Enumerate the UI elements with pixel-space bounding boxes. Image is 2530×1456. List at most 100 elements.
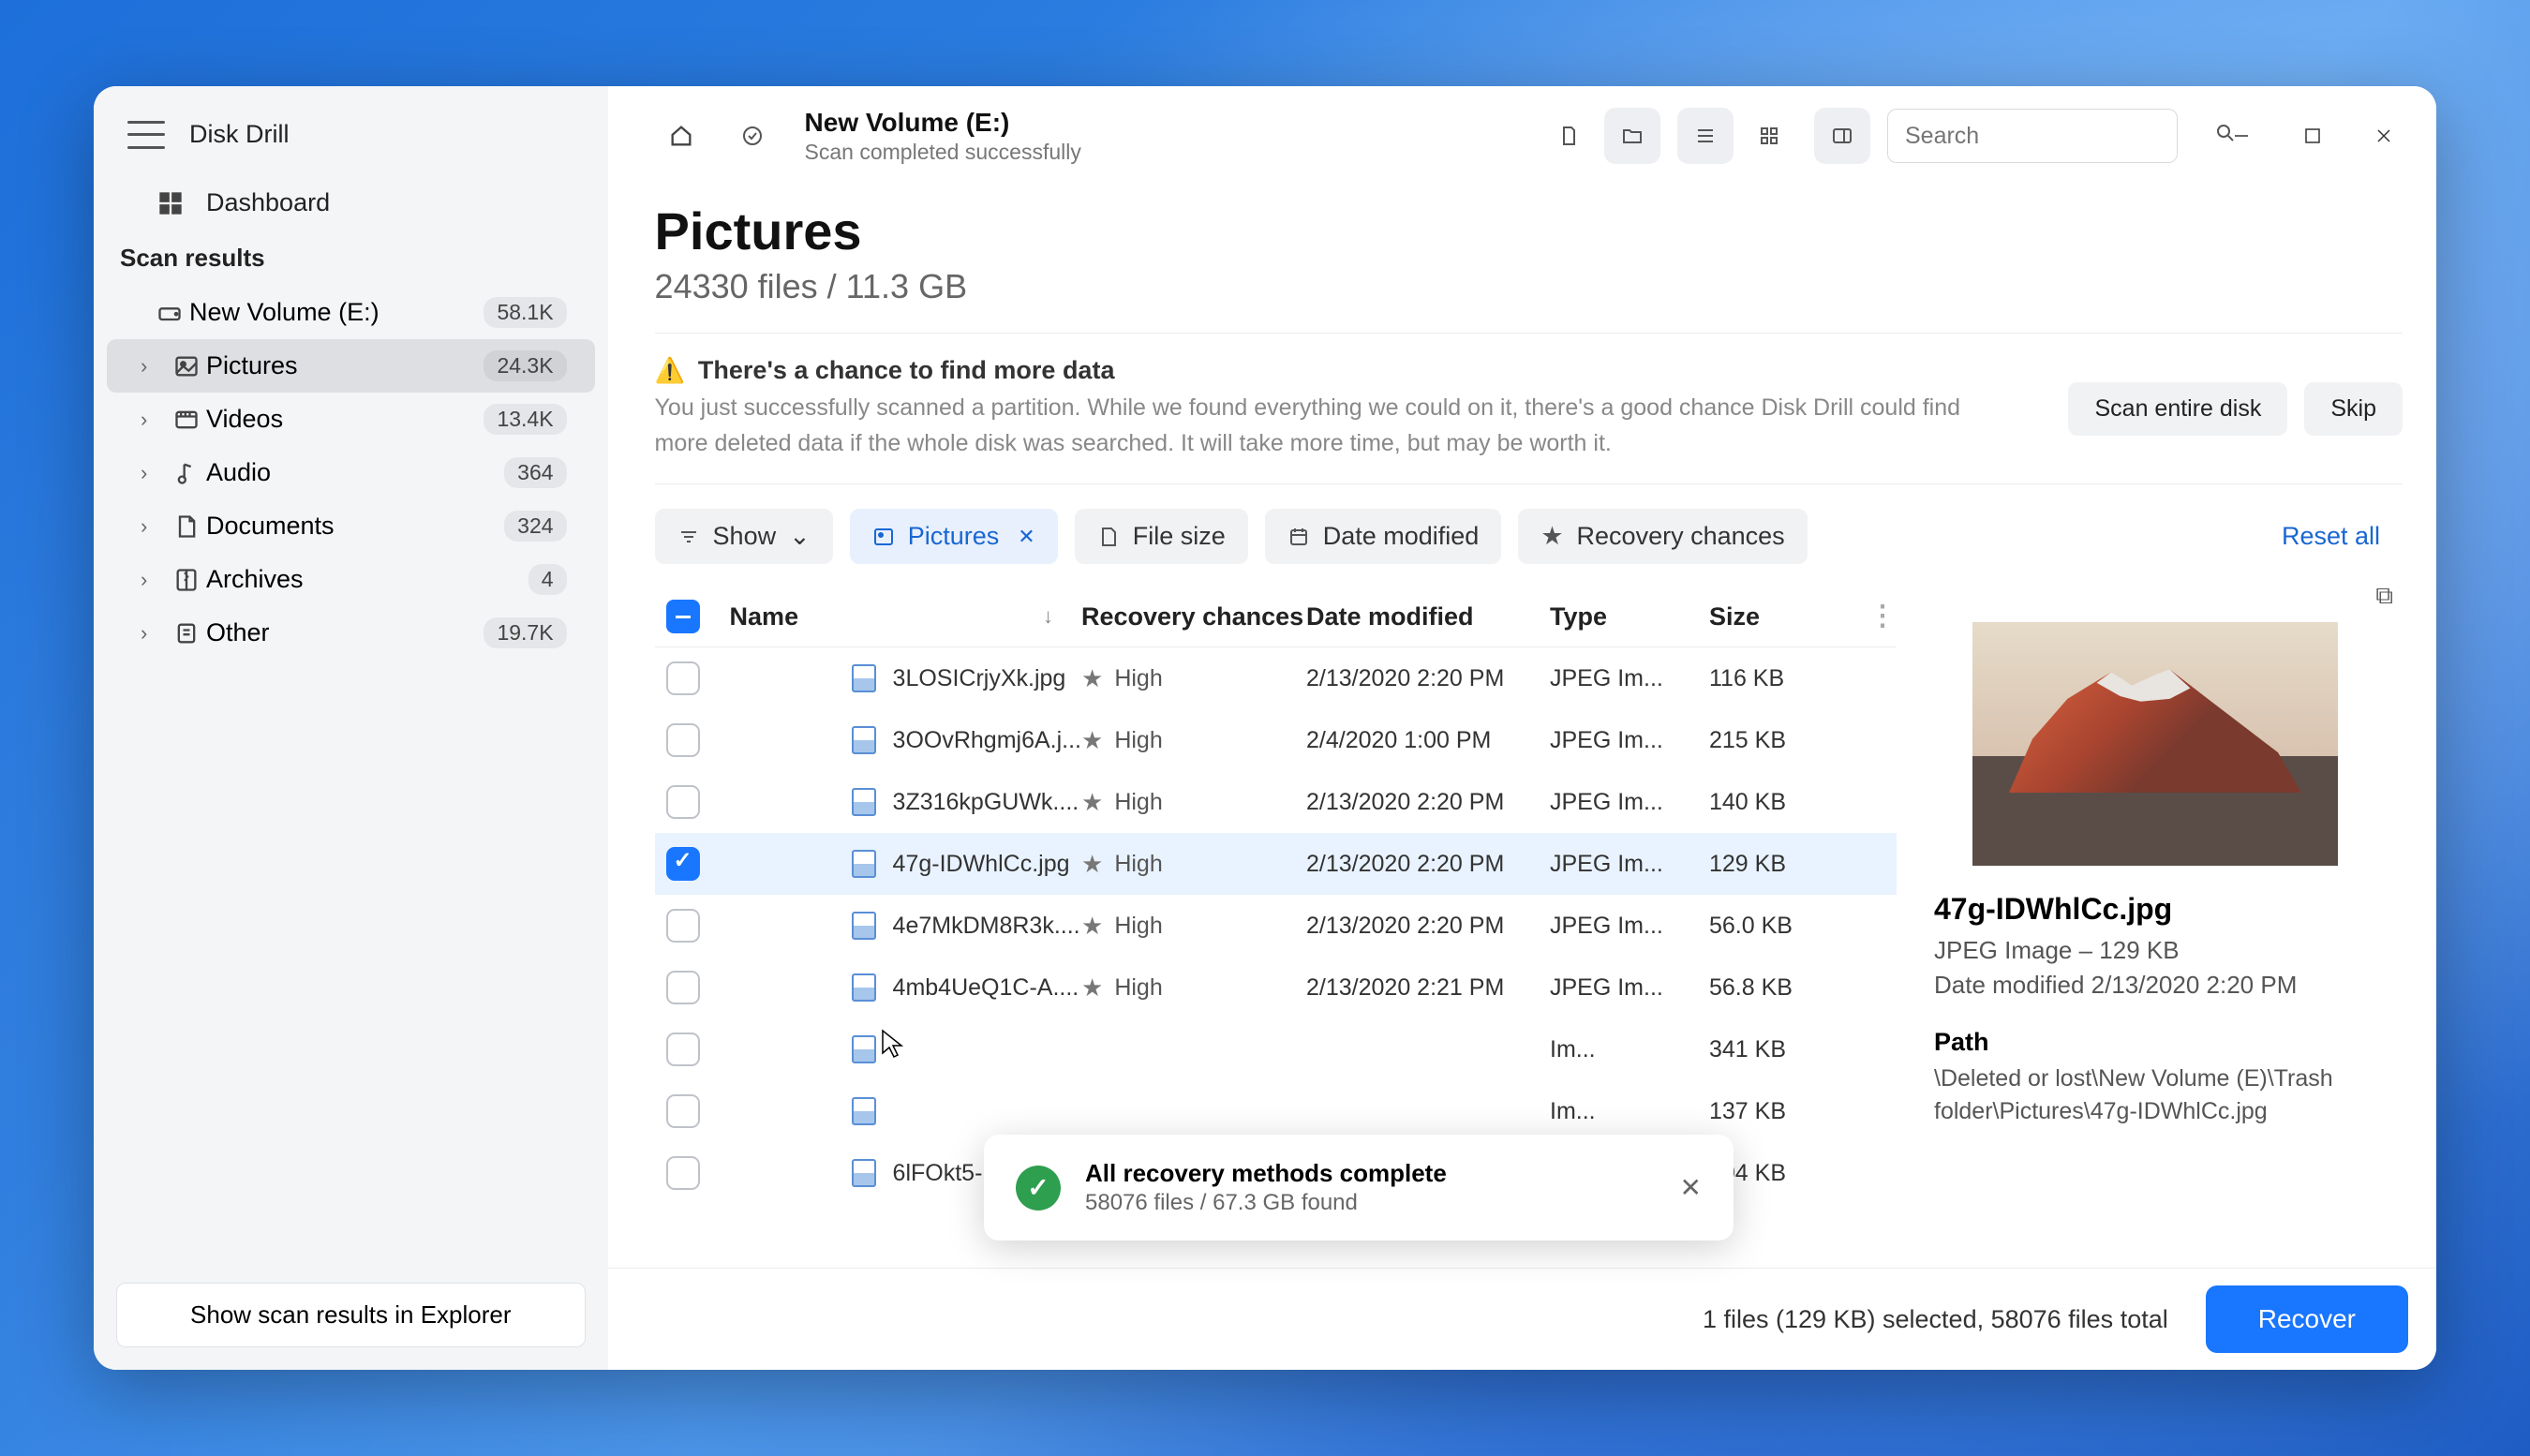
panel-toggle-icon[interactable] [1814,108,1870,164]
file-icon [1097,526,1120,548]
tree-pictures[interactable]: › Pictures 24.3K [107,339,595,393]
home-icon[interactable] [653,108,709,164]
file-view-icon[interactable] [1540,108,1597,164]
recover-button[interactable]: Recover [2206,1285,2408,1353]
show-dropdown[interactable]: Show ⌄ [655,509,833,564]
warning-icon: ⚠️ [655,356,685,385]
cell-name: 47g-IDWhlCc.jpg [730,850,1081,878]
hamburger-icon[interactable] [127,121,165,149]
toast-subtitle: 58076 files / 67.3 GB found [1085,1190,1656,1216]
remove-filter-icon[interactable]: ✕ [1018,525,1034,549]
completion-toast: ✓ All recovery methods complete 58076 fi… [984,1135,1734,1241]
tree-volume[interactable]: New Volume (E:) 58.1K [107,286,595,339]
filter-recovery-chances[interactable]: ★ Recovery chances [1518,509,1807,564]
reset-all-link[interactable]: Reset all [2282,522,2403,551]
star-icon: ★ [1081,664,1103,693]
cell-date: 2/13/2020 2:20 PM [1306,851,1550,878]
check-circle-icon: ✓ [1016,1166,1061,1211]
row-checkbox[interactable] [666,909,700,943]
table-row[interactable]: Im...137 KB [655,1080,1897,1142]
row-checkbox[interactable] [666,723,700,757]
row-checkbox[interactable] [666,847,700,881]
banner-title: There's a chance to find more data [698,356,1115,385]
search-field[interactable] [1905,123,2207,150]
chevron-right-icon: › [141,621,167,646]
col-date[interactable]: Date modified [1306,602,1550,631]
table-row[interactable]: 4e7MkDM8R3k....★High2/13/2020 2:20 PMJPE… [655,895,1897,957]
minimize-icon[interactable] [2213,109,2270,163]
col-name[interactable]: Name↓ [730,602,1081,631]
check-circle-icon [724,108,781,164]
table-row[interactable]: 3LOSICrjyXk.jpg★High2/13/2020 2:20 PMJPE… [655,647,1897,709]
row-checkbox[interactable] [666,1156,700,1190]
column-menu-icon[interactable]: ⋮ [1868,611,1897,622]
folder-view-icon[interactable] [1604,108,1660,164]
audio-icon [167,460,206,486]
preview-path-label: Path [1934,1028,2376,1057]
show-in-explorer-button[interactable]: Show scan results in Explorer [116,1283,586,1347]
cell-type: JPEG Im... [1550,851,1709,878]
filter-pictures-chip[interactable]: Pictures ✕ [850,509,1058,564]
popout-icon[interactable]: ⧉ [2375,587,2393,611]
col-type[interactable]: Type [1550,602,1709,631]
search-input[interactable] [1887,109,2178,163]
video-icon [167,407,206,433]
cell-date: 2/4/2020 1:00 PM [1306,727,1550,754]
toast-close-icon[interactable]: ✕ [1680,1172,1702,1203]
table-row[interactable]: Im...341 KB [655,1018,1897,1080]
table-row[interactable]: 3Z316kpGUWk....★High2/13/2020 2:20 PMJPE… [655,771,1897,833]
cell-name: 3Z316kpGUWk.... [730,788,1081,816]
table-row[interactable]: 4mb4UeQ1C-A....★High2/13/2020 2:21 PMJPE… [655,957,1897,1018]
footer: 1 files (129 KB) selected, 58076 files t… [608,1268,2436,1370]
tree-item-label: Documents [206,512,504,541]
tree-videos[interactable]: › Videos 13.4K [107,393,595,446]
star-icon: ★ [1081,912,1103,941]
banner-desc: You just successfully scanned a partitio… [655,391,2004,461]
chevron-right-icon: › [141,568,167,592]
tree-documents[interactable]: › Documents 324 [107,499,595,553]
grid-view-icon[interactable] [1741,108,1797,164]
table-row[interactable]: 47g-IDWhlCc.jpg★High2/13/2020 2:20 PMJPE… [655,833,1897,895]
tree-archives[interactable]: › Archives 4 [107,553,595,606]
skip-button[interactable]: Skip [2304,382,2403,436]
row-checkbox[interactable] [666,1033,700,1066]
topbar: New Volume (E:) Scan completed successfu… [608,86,2436,182]
master-checkbox[interactable] [666,600,700,633]
filter-file-size[interactable]: File size [1075,509,1248,564]
breadcrumb-subtitle: Scan completed successfully [805,140,1081,165]
table-header: Name↓ Recovery chances Date modified Typ… [655,587,1897,647]
row-checkbox[interactable] [666,971,700,1004]
tree-audio[interactable]: › Audio 364 [107,446,595,499]
tree-item-count: 364 [504,457,566,488]
scan-entire-disk-button[interactable]: Scan entire disk [2068,382,2287,436]
cell-type: JPEG Im... [1550,913,1709,940]
image-file-icon [852,726,876,754]
row-checkbox[interactable] [666,1094,700,1128]
cell-size: 56.0 KB [1709,913,1868,940]
col-recovery[interactable]: Recovery chances [1081,602,1306,631]
list-view-icon[interactable] [1677,108,1734,164]
cell-type: JPEG Im... [1550,789,1709,816]
cell-type: JPEG Im... [1550,727,1709,754]
cell-type: Im... [1550,1036,1709,1063]
nav-dashboard[interactable]: Dashboard [94,175,608,230]
filter-icon [677,526,700,548]
tree-item-count: 13.4K [484,404,566,435]
cell-name: 4e7MkDM8R3k.... [730,912,1081,940]
cell-recovery: ★High [1081,726,1306,755]
row-checkbox[interactable] [666,785,700,819]
close-icon[interactable] [2356,109,2412,163]
cell-name [730,1035,1081,1063]
page-subtitle: 24330 files / 11.3 GB [655,267,2403,306]
cell-name: 4mb4UeQ1C-A.... [730,973,1081,1002]
selection-status: 1 files (129 KB) selected, 58076 files t… [1703,1305,2168,1334]
filter-date-modified[interactable]: Date modified [1265,509,1502,564]
image-icon [167,353,206,379]
col-size[interactable]: Size [1709,602,1868,631]
row-checkbox[interactable] [666,661,700,695]
table-row[interactable]: 3OOvRhgmj6A.j...★High2/4/2020 1:00 PMJPE… [655,709,1897,771]
maximize-icon[interactable] [2284,109,2341,163]
grid-icon [157,190,184,216]
tree-other[interactable]: › Other 19.7K [107,606,595,660]
chevron-right-icon: › [141,408,167,432]
